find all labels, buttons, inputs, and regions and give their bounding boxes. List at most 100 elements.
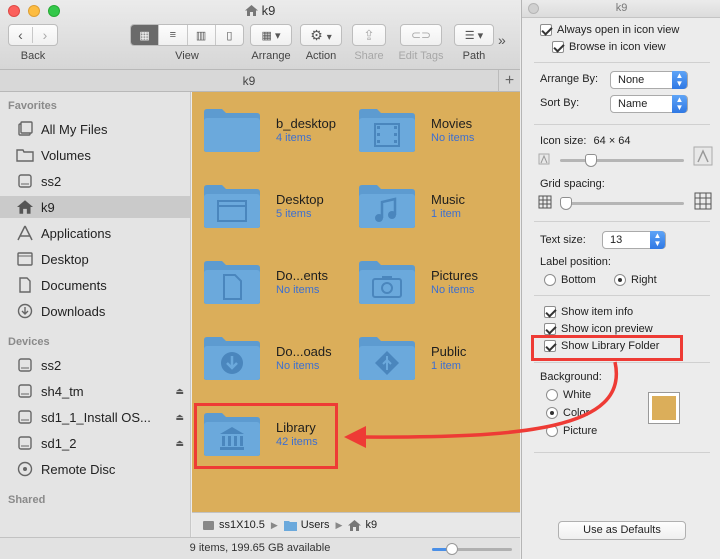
music-folder-icon [359, 185, 415, 228]
show-item-info-row[interactable]: Show item info [544, 306, 633, 318]
disc-icon [16, 461, 34, 477]
bg-picture-radio[interactable] [546, 425, 558, 437]
sidebar-item-ss2-device[interactable]: ss2 [0, 354, 190, 376]
bg-white-radio-row[interactable]: White [546, 389, 591, 401]
sidebar-item-label: Volumes [41, 147, 91, 163]
share-label: Share [354, 50, 384, 62]
icon-view-icon[interactable]: ▦ [131, 25, 160, 45]
status-bar: 9 items, 199.65 GB available [0, 537, 520, 559]
folder-item-documents[interactable]: Do...ents No items [192, 250, 342, 312]
label-bottom-radio-row[interactable]: Bottom [544, 274, 596, 286]
browse-icon-view-checkbox[interactable] [552, 41, 564, 53]
sidebar-item-all-my-files[interactable]: All My Files [0, 118, 190, 140]
item-name: Public [431, 344, 467, 359]
bg-white-radio[interactable] [546, 389, 558, 401]
eject-icon[interactable]: ⏏ [175, 438, 184, 449]
toolbar: k9 ‹ › Back ▦ ≡ ▥ ▯ View ▦ ▾ Arrange ⚙ ▾… [0, 0, 520, 70]
always-open-checkbox-row[interactable]: Always open in icon view [540, 24, 679, 36]
edit-tags-button[interactable]: ⊂⊃ [400, 24, 442, 46]
downloads-folder-icon [204, 337, 260, 380]
icon-size-value: 64 × 64 [593, 135, 631, 147]
new-tab-button[interactable]: + [498, 70, 520, 92]
sidebar-item-sd1-1[interactable]: sd1_1_Install OS... ⏏ [0, 406, 190, 428]
use-as-defaults-button[interactable]: Use as Defaults [558, 521, 686, 540]
eject-icon[interactable]: ⏏ [175, 386, 184, 397]
sidebar-item-volumes[interactable]: Volumes [0, 144, 190, 166]
toolbar-overflow-icon[interactable]: » [498, 32, 506, 48]
sidebar-item-remote-disc[interactable]: Remote Disc [0, 458, 190, 480]
path-segment-users[interactable]: Users [283, 519, 330, 531]
path-segment-label: Users [300, 519, 330, 531]
back-icon[interactable]: ‹ [9, 27, 34, 43]
folder-item-desktop[interactable]: Desktop 5 items [192, 174, 342, 236]
bg-color-radio-row[interactable]: Color [546, 407, 589, 419]
grid-spacing-slider[interactable] [560, 197, 684, 210]
text-size-select[interactable]: 13 ▲ ▼ [602, 231, 666, 249]
action-button[interactable]: ⚙ ▾ [300, 24, 342, 46]
sidebar-item-applications[interactable]: Applications [0, 222, 190, 244]
label-bottom-radio[interactable] [544, 274, 556, 286]
sidebar-item-downloads[interactable]: Downloads [0, 300, 190, 322]
sidebar-item-k9[interactable]: k9 [0, 196, 190, 218]
desktop-folder-icon [204, 185, 260, 228]
arrange-by-label: Arrange By: [540, 73, 599, 85]
bg-picture-radio-row[interactable]: Picture [546, 425, 597, 437]
arrange-button[interactable]: ▦ ▾ [250, 24, 292, 46]
item-name: Do...oads [276, 344, 332, 359]
sidebar-item-label: ss2 [41, 173, 62, 189]
forward-icon[interactable]: › [33, 27, 57, 43]
icon-size-slider[interactable] [560, 154, 684, 167]
sidebar-item-label: Applications [41, 225, 112, 241]
folder-item-movies[interactable]: Movies No items [347, 98, 497, 160]
show-icon-preview-row[interactable]: Show icon preview [544, 323, 653, 335]
folder-icon [283, 520, 297, 531]
folder-item-pictures[interactable]: Pictures No items [347, 250, 497, 312]
updown-arrows-icon: ▲ ▼ [650, 231, 665, 249]
movies-folder-icon [359, 109, 415, 152]
eject-icon[interactable]: ⏏ [175, 412, 184, 423]
arrange-by-select[interactable]: None ▲ ▼ [610, 71, 688, 89]
sort-by-select[interactable]: Name ▲ ▼ [610, 95, 688, 113]
coverflow-view-icon[interactable]: ▯ [216, 25, 243, 45]
sidebar-item-documents[interactable]: Documents [0, 274, 190, 296]
show-item-info-label: Show item info [561, 306, 634, 318]
tab-title[interactable]: k9 [0, 74, 498, 88]
path-segment-volume[interactable]: ss1X10.5 [202, 519, 265, 531]
finder-window: k9 ‹ › Back ▦ ≡ ▥ ▯ View ▦ ▾ Arrange ⚙ ▾… [0, 0, 520, 559]
divider [534, 295, 710, 296]
path-segment-label: ss1X10.5 [219, 519, 265, 531]
view-mode-control[interactable]: ▦ ≡ ▥ ▯ [130, 24, 244, 46]
icon-zoom-slider[interactable] [432, 543, 512, 555]
sidebar-item-ss2[interactable]: ss2 [0, 170, 190, 192]
background-color-well[interactable] [648, 392, 680, 424]
label-right-radio[interactable] [614, 274, 626, 286]
always-open-checkbox[interactable] [540, 24, 552, 36]
gear-icon: ⚙ ▾ [310, 26, 332, 43]
folder-item-downloads[interactable]: Do...oads No items [192, 326, 342, 388]
label-right-radio-row[interactable]: Right [614, 274, 657, 286]
show-icon-preview-checkbox[interactable] [544, 323, 556, 335]
icon-size-slider-knob[interactable] [585, 154, 597, 167]
path-button[interactable]: ☰ ▾ [454, 24, 494, 46]
sidebar-item-sh4-tm[interactable]: sh4_tm ⏏ [0, 380, 190, 402]
drive-icon [203, 520, 214, 530]
folder-item-b-desktop[interactable]: b_desktop 4 items [192, 98, 342, 160]
text-size-value: 13 [610, 234, 623, 246]
list-view-icon[interactable]: ≡ [159, 25, 188, 45]
sidebar-item-desktop[interactable]: Desktop [0, 248, 190, 270]
column-view-icon[interactable]: ▥ [188, 25, 216, 45]
bg-color-radio[interactable] [546, 407, 558, 419]
grid-spacing-slider-knob[interactable] [560, 197, 573, 210]
drive-icon [16, 435, 34, 451]
back-forward-buttons[interactable]: ‹ › [8, 24, 58, 46]
folder-item-public[interactable]: Public 1 item [347, 326, 497, 388]
show-item-info-checkbox[interactable] [544, 306, 556, 318]
folder-item-music[interactable]: Music 1 item [347, 174, 497, 236]
share-button[interactable]: ⇪ [352, 24, 386, 46]
sidebar-item-sd1-2[interactable]: sd1_2 ⏏ [0, 432, 190, 454]
item-count: 5 items [276, 208, 312, 220]
zoom-slider-knob[interactable] [446, 543, 458, 555]
browse-checkbox-row[interactable]: Browse in icon view [552, 41, 666, 53]
sidebar-item-label: Documents [41, 277, 107, 293]
path-segment-home[interactable]: k9 [348, 519, 377, 531]
